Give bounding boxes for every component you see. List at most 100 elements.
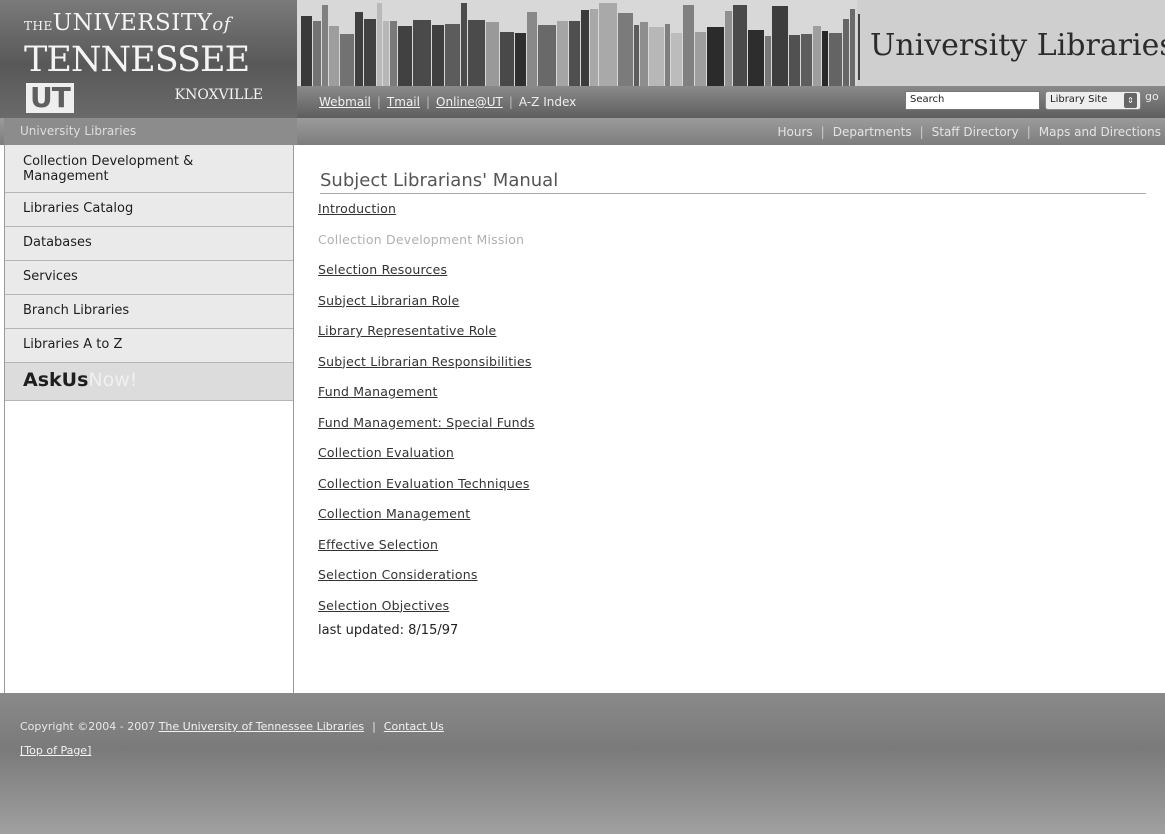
book-spine [789, 35, 800, 86]
logo-the: THE [24, 19, 53, 33]
separator: | [1026, 125, 1031, 139]
breadcrumb[interactable]: University Libraries [4, 118, 297, 145]
book-spine [640, 22, 648, 86]
book-spine [301, 16, 312, 86]
last-updated: last updated: 8/15/97 [318, 623, 459, 638]
separator: | [376, 95, 381, 109]
site-title: University Libraries [870, 28, 1165, 63]
title-divider [858, 14, 860, 80]
top-of-page-link[interactable]: [Top of Page] [20, 744, 91, 757]
sidebar-item-branch-libraries[interactable]: Branch Libraries [5, 295, 293, 329]
book-spine [618, 13, 633, 86]
book-spine [634, 25, 639, 86]
footer-copyright: Copyright ©2004 - 2007 The University of… [20, 720, 444, 733]
manual-link[interactable]: Library Representative Role [318, 316, 1146, 347]
book-spine [813, 26, 821, 86]
book-spine [322, 5, 328, 86]
libraries-home-link[interactable]: The University of Tennessee Libraries [159, 720, 364, 733]
staff-directory-link[interactable]: Staff Directory [932, 125, 1019, 139]
book-spine [486, 22, 499, 86]
sidebar-item-databases[interactable]: Databases [5, 227, 293, 261]
book-spine [313, 21, 321, 86]
now-label: Now! [88, 369, 138, 391]
footer: Copyright ©2004 - 2007 The University of… [0, 693, 1165, 834]
logo-of: of [212, 14, 231, 35]
separator: | [425, 95, 431, 109]
site-header: THEUNIVERSITYof TENNESSEEUT KNOXVILLE Un… [0, 0, 1165, 118]
webmail-link[interactable]: Webmail [319, 95, 371, 109]
book-spine [355, 12, 363, 86]
book-spine [557, 21, 568, 86]
manual-link[interactable]: Fund Management: Special Funds [318, 408, 1146, 439]
book-spine [461, 3, 467, 86]
sidebar-item-libraries-catalog[interactable]: Libraries Catalog [5, 193, 293, 227]
logo-line-tennessee: TENNESSEEUT [24, 40, 297, 120]
search-scope-value: Library Site [1050, 94, 1108, 105]
manual-link[interactable]: Subject Librarian Responsibilities [318, 347, 1146, 378]
book-spine [390, 21, 397, 86]
departments-link[interactable]: Departments [833, 125, 912, 139]
logo-university: UNIVERSITY [52, 10, 213, 36]
search-scope-select[interactable]: Library Site ⇕ [1045, 91, 1141, 110]
hours-link[interactable]: Hours [778, 125, 813, 139]
top-links: Webmail | Tmail | Online@UT | A-Z Index [319, 95, 576, 109]
sidebar-item-services[interactable]: Services [5, 261, 293, 295]
maps-directions-link[interactable]: Maps and Directions [1039, 125, 1161, 139]
sidebar-item-libraries-a-to-z[interactable]: Libraries A to Z [5, 329, 293, 363]
copyright-text: Copyright ©2004 - 2007 [20, 720, 156, 733]
askus-now-button[interactable]: AskUsNow! [5, 363, 293, 401]
book-spine [569, 21, 580, 86]
separator: | [372, 720, 376, 733]
tmail-link[interactable]: Tmail [387, 95, 420, 109]
separator: | [820, 125, 825, 139]
a-z-index-link[interactable]: A-Z Index [519, 95, 576, 109]
book-spine [772, 6, 788, 86]
separator: | [919, 125, 924, 139]
search-input[interactable]: Search [905, 91, 1040, 110]
book-spine [590, 9, 598, 86]
book-spine [538, 25, 556, 86]
book-spine [850, 9, 855, 86]
book-spine [340, 34, 354, 86]
manual-link[interactable]: Collection Management [318, 499, 1146, 530]
book-spine [500, 32, 514, 86]
manual-link[interactable]: Subject Librarian Role [318, 286, 1146, 317]
book-spine [765, 36, 771, 86]
manual-link[interactable]: Collection Evaluation [318, 438, 1146, 469]
manual-link[interactable]: Selection Resources [318, 255, 1146, 286]
book-spine [413, 20, 431, 86]
book-spine [843, 19, 849, 86]
book-spine [581, 10, 589, 86]
manual-link[interactable]: Fund Management [318, 377, 1146, 408]
university-logo[interactable]: THEUNIVERSITYof TENNESSEEUT KNOXVILLE [0, 0, 297, 118]
book-spine [829, 33, 842, 86]
book-spine [398, 26, 412, 86]
manual-link[interactable]: Effective Selection [318, 530, 1146, 561]
nav-bar: University Libraries Hours | Departments | S… [0, 118, 1165, 145]
main-content: Subject Librarians' Manual Introduction … [318, 170, 1146, 638]
book-spine [733, 5, 747, 86]
contact-us-link[interactable]: Contact Us [384, 720, 444, 733]
logo-line-university: THEUNIVERSITYof [24, 10, 231, 36]
bookshelf-banner [297, 0, 857, 86]
book-spine [515, 33, 526, 86]
book-spine [364, 19, 376, 86]
sidebar-item-collection-development[interactable]: Collection Development & Management [5, 145, 293, 193]
online-ut-link[interactable]: Online@UT [436, 95, 503, 109]
book-spine [671, 33, 682, 86]
book-spine [683, 5, 694, 86]
book-spine [707, 27, 724, 86]
manual-link-introduction[interactable]: Introduction [318, 194, 1146, 225]
book-spine [445, 24, 460, 86]
book-spine [527, 12, 537, 86]
manual-link[interactable]: Collection Evaluation Techniques [318, 469, 1146, 500]
manual-link[interactable]: Selection Considerations [318, 560, 1146, 591]
go-button[interactable]: go [1145, 90, 1159, 103]
askus-label: AskUs [23, 369, 89, 391]
book-spine [695, 32, 706, 86]
select-arrows-icon: ⇕ [1124, 93, 1137, 108]
book-spine [599, 3, 617, 86]
book-spine [432, 25, 444, 86]
manual-link[interactable]: Selection Objectives [318, 591, 1146, 622]
page-title: Subject Librarians' Manual [320, 170, 1146, 194]
